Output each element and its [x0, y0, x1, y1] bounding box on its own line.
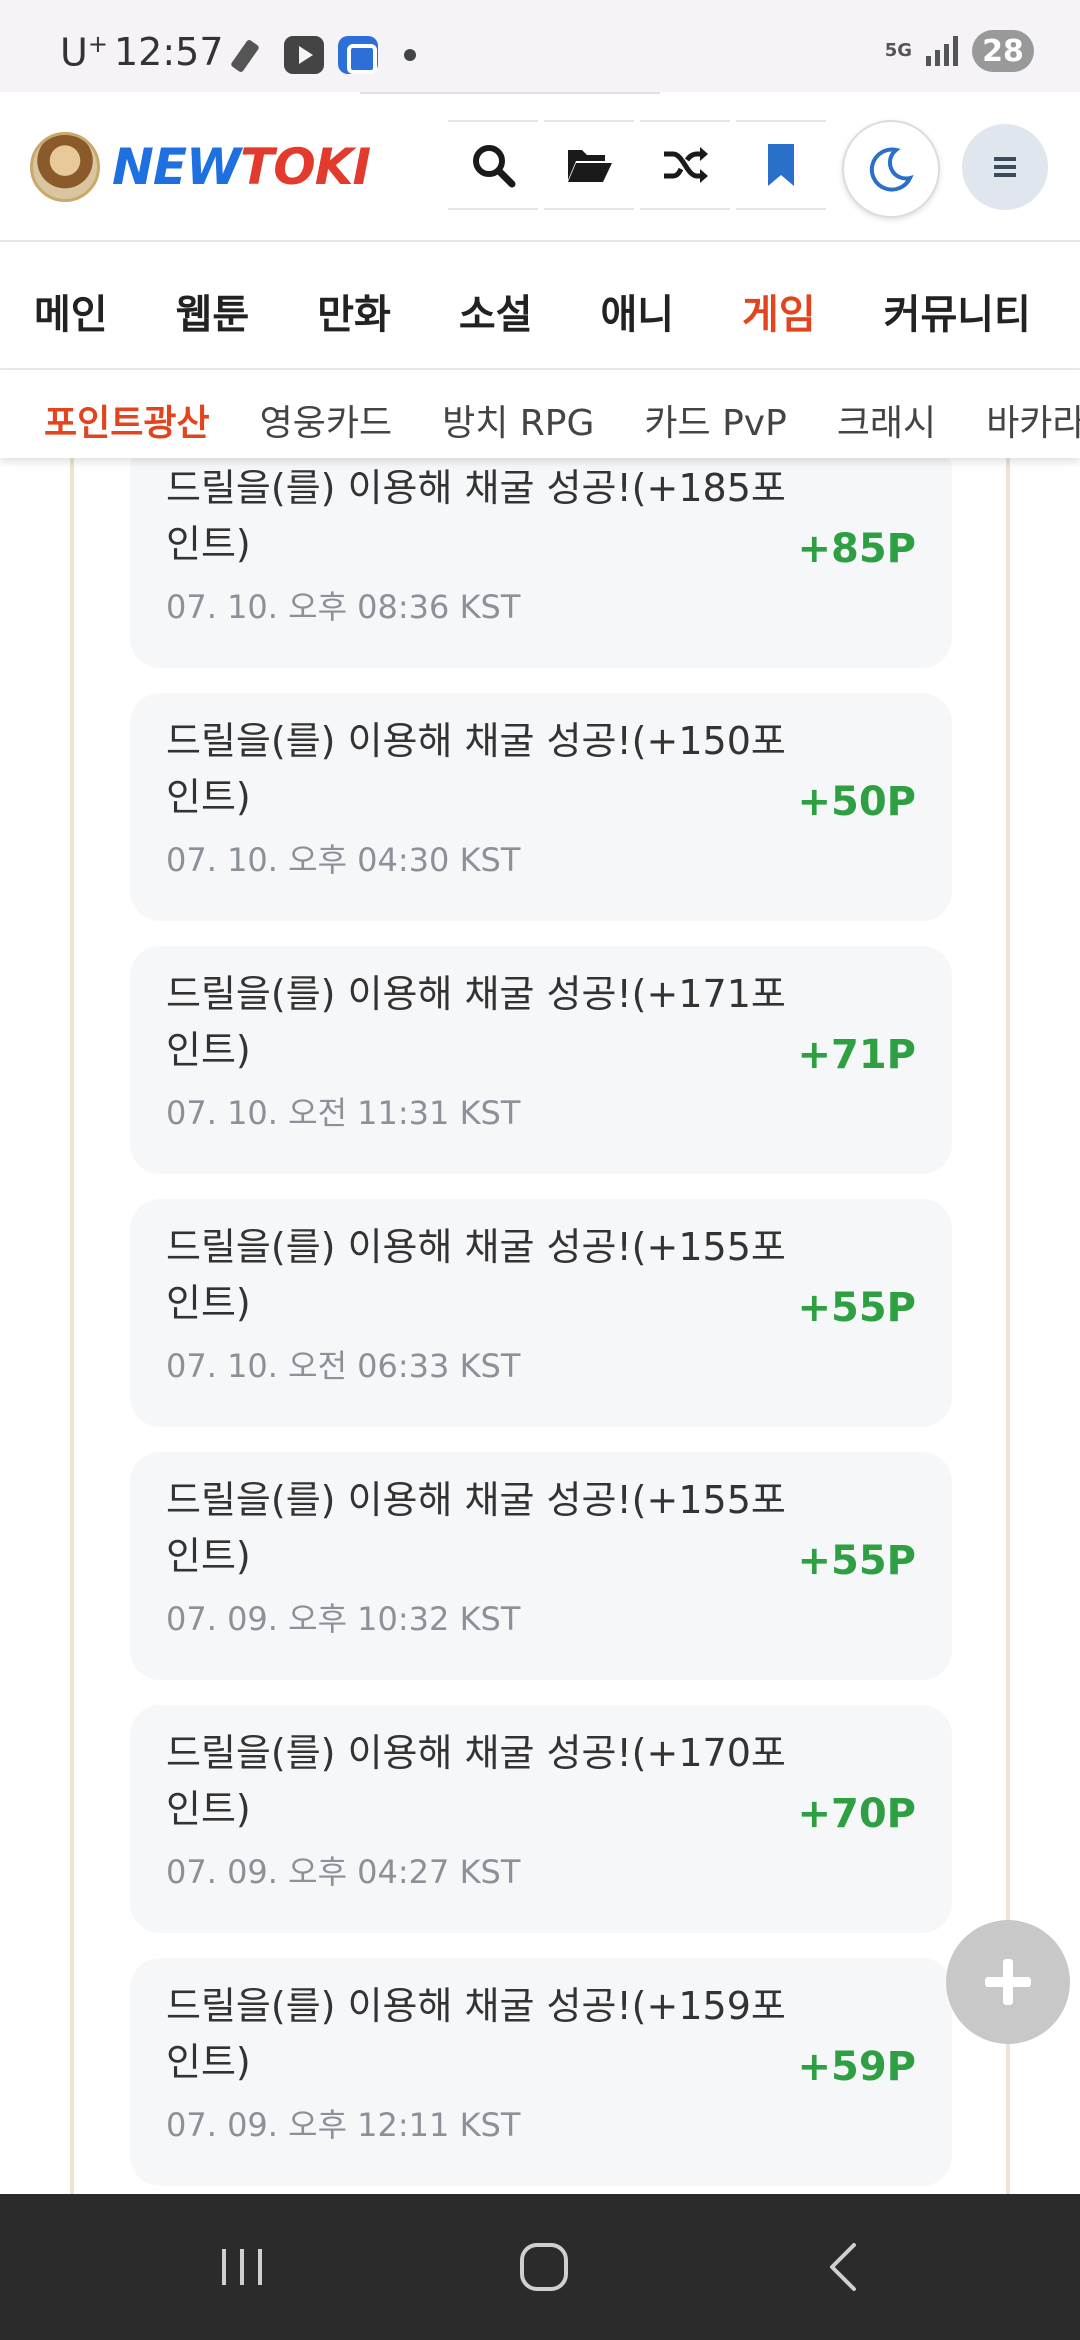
- home-button[interactable]: [504, 2234, 584, 2300]
- moon-icon: [869, 147, 914, 192]
- random-button[interactable]: [640, 120, 730, 210]
- history-points: +55P: [797, 1285, 917, 1331]
- history-title: 드릴을(를) 이용해 채굴 성공!(+155포인트): [166, 1478, 786, 1578]
- history-date: 07. 09. 오후 12:11 KST: [166, 2106, 521, 2144]
- home-icon: [520, 2243, 568, 2291]
- recent-apps-icon: [222, 2249, 262, 2285]
- subnav-item-crash[interactable]: 크래시: [837, 394, 936, 446]
- history-points: +85P: [797, 526, 917, 572]
- history-points: +70P: [797, 1791, 917, 1837]
- youtube-icon: [284, 36, 324, 74]
- list-item: 드릴을(를) 이용해 채굴 성공!(+159포인트) 07. 09. 오후 12…: [130, 1958, 952, 2186]
- folder-icon: [568, 150, 612, 182]
- history-title: 드릴을(를) 이용해 채굴 성공!(+150포인트): [166, 719, 786, 819]
- nav-item-webtoon[interactable]: 웹툰: [176, 282, 250, 340]
- search-button[interactable]: [448, 120, 538, 210]
- mining-history-panel: 드릴을(를) 이용해 채굴 성공!(+185포인트) 07. 10. 오후 08…: [70, 458, 1010, 2194]
- history-title: 드릴을(를) 이용해 채굴 성공!(+185포인트): [166, 466, 786, 566]
- history-date: 07. 09. 오후 04:27 KST: [166, 1853, 521, 1891]
- subnav-item-baccarat[interactable]: 바카라: [986, 394, 1080, 446]
- nav-item-anime[interactable]: 애니: [600, 282, 674, 340]
- logo-text: NEWTOKI: [112, 138, 371, 196]
- subnav-item-card-pvp[interactable]: 카드 PvP: [644, 394, 786, 446]
- recent-apps-button[interactable]: [202, 2234, 282, 2300]
- bookmark-button[interactable]: [736, 120, 826, 210]
- header-toolbar: [448, 120, 826, 210]
- add-button[interactable]: [946, 1920, 1070, 2044]
- nav-item-game[interactable]: 게임: [742, 282, 816, 340]
- history-points: +50P: [797, 779, 917, 825]
- list-item: 드릴을(를) 이용해 채굴 성공!(+171포인트) 07. 10. 오전 11…: [130, 946, 952, 1174]
- list-item: 드릴을(를) 이용해 채굴 성공!(+150포인트) 07. 10. 오후 04…: [130, 693, 952, 921]
- shuffle-icon: [664, 147, 708, 183]
- list-item: 드릴을(를) 이용해 채굴 성공!(+155포인트) 07. 09. 오후 10…: [130, 1452, 952, 1680]
- history-points: +59P: [797, 2044, 917, 2090]
- bookmark-icon: [768, 144, 794, 186]
- list-item: 드릴을(를) 이용해 채굴 성공!(+170포인트) 07. 09. 오후 04…: [130, 1705, 952, 1933]
- network-type: 5G: [884, 40, 912, 61]
- history-date: 07. 10. 오후 08:36 KST: [166, 588, 521, 626]
- notification-icons: [230, 36, 416, 74]
- menu-icon: [994, 157, 1016, 177]
- plus-icon: [985, 1959, 1031, 2005]
- nav-item-manga[interactable]: 만화: [317, 282, 391, 340]
- app-icon: [338, 36, 378, 74]
- subnav-item-point-mine[interactable]: 포인트광산: [44, 394, 210, 446]
- history-points: +71P: [797, 1032, 917, 1078]
- signal-icon: [926, 36, 958, 66]
- pen-icon: [230, 36, 270, 74]
- search-icon: [473, 145, 516, 188]
- battery-indicator: 28: [972, 30, 1034, 72]
- notification-dot: [404, 49, 416, 61]
- history-points: +55P: [797, 1538, 917, 1584]
- history-title: 드릴을(를) 이용해 채굴 성공!(+171포인트): [166, 972, 786, 1072]
- back-icon: [830, 2243, 856, 2291]
- nav-item-community[interactable]: 커뮤니티: [884, 282, 1031, 340]
- folder-button[interactable]: [544, 120, 634, 210]
- logo-image: [30, 132, 100, 202]
- back-button[interactable]: [806, 2234, 886, 2300]
- history-title: 드릴을(를) 이용해 채굴 성공!(+159포인트): [166, 1984, 786, 2084]
- history-date: 07. 10. 오후 04:30 KST: [166, 841, 521, 879]
- header-divider: [360, 92, 660, 94]
- history-date: 07. 10. 오전 06:33 KST: [166, 1347, 521, 1385]
- status-bar: U+ 12:57 5G 28: [0, 0, 1080, 92]
- dark-mode-button[interactable]: [842, 120, 940, 218]
- history-title: 드릴을(를) 이용해 채굴 성공!(+155포인트): [166, 1225, 786, 1325]
- subnav-item-hero-card[interactable]: 영웅카드: [260, 394, 392, 446]
- status-time: 12:57: [114, 30, 224, 74]
- nav-item-main[interactable]: 메인: [34, 282, 108, 340]
- mining-history-list: 드릴을(를) 이용해 채굴 성공!(+185포인트) 07. 10. 오후 08…: [130, 458, 952, 2194]
- history-title: 드릴을(를) 이용해 채굴 성공!(+170포인트): [166, 1731, 786, 1831]
- main-nav: 메인 웹툰 만화 소설 애니 게임 커뮤니티 북: [0, 244, 1080, 370]
- subnav-item-idle-rpg[interactable]: 방치 RPG: [442, 394, 594, 446]
- history-date: 07. 10. 오전 11:31 KST: [166, 1094, 521, 1132]
- list-item: 드릴을(를) 이용해 채굴 성공!(+155포인트) 07. 10. 오전 06…: [130, 1199, 952, 1427]
- site-logo[interactable]: NEWTOKI: [30, 132, 371, 202]
- system-indicators: 5G 28: [885, 30, 1034, 72]
- carrier-label: U+: [60, 30, 108, 75]
- list-item: 드릴을(를) 이용해 채굴 성공!(+185포인트) 07. 10. 오후 08…: [130, 458, 952, 668]
- site-header: NEWTOKI: [0, 92, 1080, 242]
- nav-item-novel[interactable]: 소설: [459, 282, 533, 340]
- game-sub-nav: 포인트광산 영웅카드 방치 RPG 카드 PvP 크래시 바카라: [0, 372, 1080, 458]
- history-date: 07. 09. 오후 10:32 KST: [166, 1600, 521, 1638]
- system-nav-bar: [0, 2194, 1080, 2340]
- menu-button[interactable]: [962, 124, 1048, 210]
